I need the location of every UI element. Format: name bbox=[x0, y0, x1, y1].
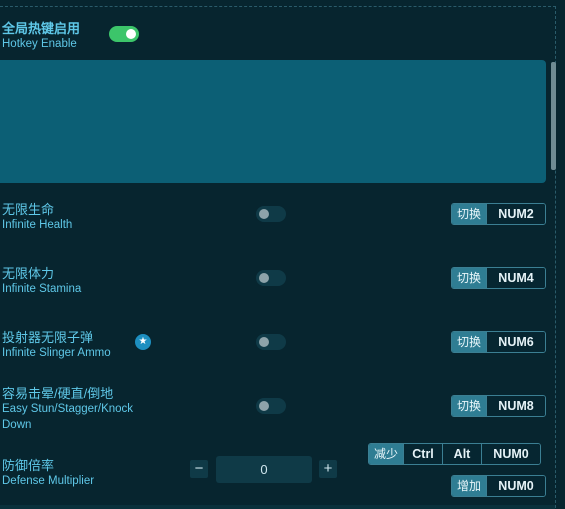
infinite-stamina-hotkey[interactable]: 切换 NUM4 bbox=[451, 267, 547, 289]
global-hotkey-title-en: Hotkey Enable bbox=[2, 38, 77, 50]
defense-decrease-hotkey[interactable]: 减少 Ctrl Alt NUM0 bbox=[368, 443, 542, 465]
hotkey-key-num0: NUM0 bbox=[486, 476, 546, 496]
cheat-infinite-health-cn: 无限生命 bbox=[2, 202, 55, 217]
easy-stun-toggle[interactable] bbox=[256, 398, 286, 414]
toggle-knob bbox=[259, 273, 269, 283]
hotkey-key: NUM4 bbox=[486, 268, 546, 288]
defense-multiplier-cn: 防御倍率 bbox=[2, 458, 55, 473]
toggle-knob bbox=[126, 29, 136, 39]
defense-value-input[interactable]: 0 bbox=[216, 456, 312, 483]
toggle-action-label: 切换 bbox=[452, 396, 487, 416]
infinite-stamina-toggle[interactable] bbox=[256, 270, 286, 286]
easy-stun-hotkey[interactable]: 切换 NUM8 bbox=[451, 395, 547, 417]
cheat-infinite-stamina-en: Infinite Stamina bbox=[2, 283, 82, 295]
cheat-easy-stun-cn: 容易击晕/硬直/倒地 bbox=[2, 386, 114, 401]
toggle-action-label: 切换 bbox=[452, 268, 487, 288]
slinger-ammo-hotkey[interactable]: 切换 NUM6 bbox=[451, 331, 547, 353]
star-icon[interactable]: ★ bbox=[135, 334, 151, 350]
cheat-slinger-ammo-en: Infinite Slinger Ammo bbox=[2, 347, 111, 359]
toggle-action-label: 切换 bbox=[452, 204, 487, 224]
cheat-easy-stun-en-line1: Easy Stun/Stagger/Knock bbox=[2, 403, 134, 415]
hotkey-key: NUM8 bbox=[486, 396, 546, 416]
hotkey-key-alt: Alt bbox=[442, 444, 482, 464]
defense-multiplier-en: Defense Multiplier bbox=[2, 475, 95, 487]
cheat-infinite-stamina-cn: 无限体力 bbox=[2, 266, 55, 281]
hotkey-key: NUM6 bbox=[486, 332, 546, 352]
infinite-health-hotkey[interactable]: 切换 NUM2 bbox=[451, 203, 547, 225]
cheat-slinger-ammo-cn: 投射器无限子弹 bbox=[2, 330, 94, 345]
toggle-knob bbox=[259, 209, 269, 219]
toggle-knob bbox=[259, 401, 269, 411]
scrollbar[interactable] bbox=[551, 62, 556, 170]
hotkey-key: NUM2 bbox=[486, 204, 546, 224]
cheat-easy-stun-en-line2: Down bbox=[2, 419, 32, 431]
toggle-action-label: 切换 bbox=[452, 332, 487, 352]
global-hotkey-toggle[interactable] bbox=[109, 26, 139, 42]
bottom-divider bbox=[0, 505, 555, 509]
cheat-infinite-health-en: Infinite Health bbox=[2, 219, 73, 231]
defense-increase-hotkey[interactable]: 增加 NUM0 bbox=[451, 475, 547, 497]
slinger-ammo-toggle[interactable] bbox=[256, 334, 286, 350]
decrement-button[interactable]: − bbox=[190, 460, 208, 478]
banner-area bbox=[0, 60, 546, 183]
hotkey-key-num0: NUM0 bbox=[481, 444, 541, 464]
toggle-knob bbox=[259, 337, 269, 347]
increase-action-label: 增加 bbox=[452, 476, 487, 496]
global-hotkey-title-cn: 全局热键启用 bbox=[2, 21, 81, 36]
increment-button[interactable]: + bbox=[319, 460, 337, 478]
decrease-action-label: 减少 bbox=[369, 444, 404, 464]
infinite-health-toggle[interactable] bbox=[256, 206, 286, 222]
hotkey-key-ctrl: Ctrl bbox=[403, 444, 443, 464]
